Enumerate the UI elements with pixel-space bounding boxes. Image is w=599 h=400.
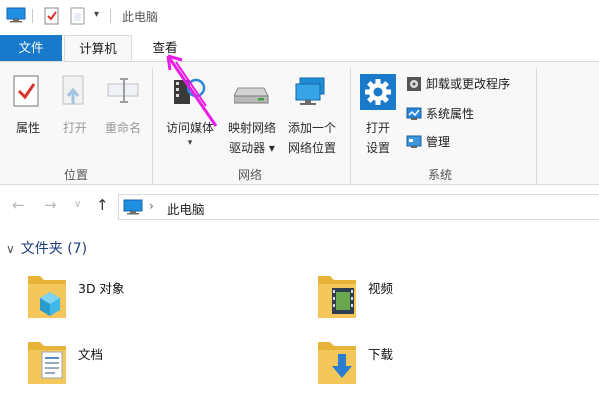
- computer-icon[interactable]: [6, 7, 26, 26]
- access-media-button[interactable]: 访问媒体 ▾: [158, 72, 222, 148]
- uninstall-program-label: 卸载或更改程序: [426, 77, 511, 91]
- access-media-label: 访问媒体: [165, 121, 214, 135]
- 3d-objects-folder-icon: [28, 276, 66, 318]
- network-location-icon: [295, 77, 325, 105]
- address-bar[interactable]: › 此电脑: [118, 194, 599, 220]
- customize-toolbar-icon[interactable]: ▾: [94, 9, 99, 20]
- uninstall-icon: [407, 77, 421, 91]
- computer-icon: [123, 199, 143, 215]
- rename-icon: [107, 78, 139, 103]
- toolbar-separator: [32, 9, 33, 23]
- tab-file[interactable]: 文件: [0, 35, 62, 62]
- add-network-location-label-2: 网络位置: [287, 141, 336, 155]
- system-properties-label: 系统属性: [426, 107, 475, 121]
- address-bar-row: ← → ∨ ↑ › 此电脑: [0, 186, 599, 226]
- map-network-drive-label-2: 驱动器 ▾: [229, 141, 275, 155]
- up-arrow-icon[interactable]: ↑: [96, 196, 109, 214]
- open-settings-button[interactable]: 打开 设置: [356, 72, 400, 158]
- folder-item-documents[interactable]: 文档: [26, 336, 226, 392]
- system-properties-button[interactable]: 系统属性: [406, 104, 596, 126]
- rename-button[interactable]: 重命名: [98, 72, 148, 138]
- folder-name: 文档: [78, 347, 104, 362]
- group-separator: [350, 68, 351, 184]
- properties-icon: [13, 75, 39, 107]
- title-bar: ▾ 此电脑: [0, 0, 599, 32]
- forward-arrow-icon[interactable]: →: [44, 196, 57, 214]
- properties-quick-icon[interactable]: [44, 7, 60, 28]
- group-separator: [536, 68, 537, 184]
- dropdown-arrow-icon: ▾: [187, 138, 193, 148]
- manage-label: 管理: [426, 135, 451, 149]
- window-title: 此电脑: [122, 10, 159, 24]
- rename-label: 重命名: [104, 121, 141, 135]
- open-settings-label-1: 打开: [365, 121, 390, 135]
- group-label-network: 网络: [237, 168, 262, 182]
- tab-computer[interactable]: 计算机: [64, 35, 132, 63]
- videos-folder-icon: [318, 276, 356, 318]
- group-label-system: 系统: [427, 168, 452, 182]
- system-properties-icon: [406, 107, 422, 120]
- new-folder-quick-icon[interactable]: [70, 7, 86, 28]
- folder-name: 下载: [368, 347, 394, 362]
- collapse-chevron-icon[interactable]: ∨: [6, 242, 15, 256]
- open-label: 打开: [62, 121, 87, 135]
- map-network-drive-button[interactable]: 映射网络 驱动器 ▾: [222, 72, 282, 158]
- ribbon-panel: 属性 打开 重命名 位置 访问媒体 ▾ 映射网络 驱动器 ▾ 添加一个 网络位置…: [0, 61, 599, 185]
- folder-name: 视频: [368, 281, 394, 296]
- add-network-location-button[interactable]: 添加一个 网络位置: [282, 72, 342, 158]
- uninstall-program-button[interactable]: 卸载或更改程序: [406, 74, 596, 96]
- manage-button[interactable]: 管理: [406, 132, 596, 154]
- downloads-folder-icon: [318, 342, 356, 384]
- breadcrumb-chevron-icon[interactable]: ›: [149, 199, 154, 213]
- open-icon: [62, 75, 84, 105]
- folder-item-downloads[interactable]: 下载: [316, 336, 516, 392]
- ribbon-tabs: 文件 计算机 查看: [0, 32, 599, 63]
- documents-folder-icon: [28, 342, 66, 384]
- group-label-location: 位置: [63, 168, 88, 182]
- back-arrow-icon[interactable]: ←: [12, 196, 25, 214]
- breadcrumb-location[interactable]: 此电脑: [167, 199, 205, 218]
- folders-section-header[interactable]: ∨ 文件夹 (7): [6, 238, 87, 258]
- manage-icon: [406, 135, 422, 148]
- folder-name: 3D 对象: [78, 281, 125, 296]
- media-icon: [174, 78, 206, 104]
- properties-button[interactable]: 属性: [6, 72, 50, 138]
- folder-item-videos[interactable]: 视频: [316, 270, 516, 326]
- tab-view[interactable]: 查看: [140, 35, 190, 62]
- settings-gear-icon: [360, 74, 396, 110]
- folders-section-title: 文件夹 (7): [20, 241, 88, 257]
- open-settings-label-2: 设置: [365, 141, 390, 155]
- recent-locations-chevron-icon[interactable]: ∨: [74, 199, 81, 210]
- group-separator: [152, 68, 153, 184]
- folder-item-3d-objects[interactable]: 3D 对象: [26, 270, 226, 326]
- map-network-drive-label-1: 映射网络: [227, 121, 276, 135]
- toolbar-separator: [110, 9, 111, 23]
- open-button[interactable]: 打开: [56, 72, 94, 138]
- network-drive-icon: [234, 87, 269, 104]
- properties-label: 属性: [15, 121, 40, 135]
- add-network-location-label-1: 添加一个: [287, 121, 336, 135]
